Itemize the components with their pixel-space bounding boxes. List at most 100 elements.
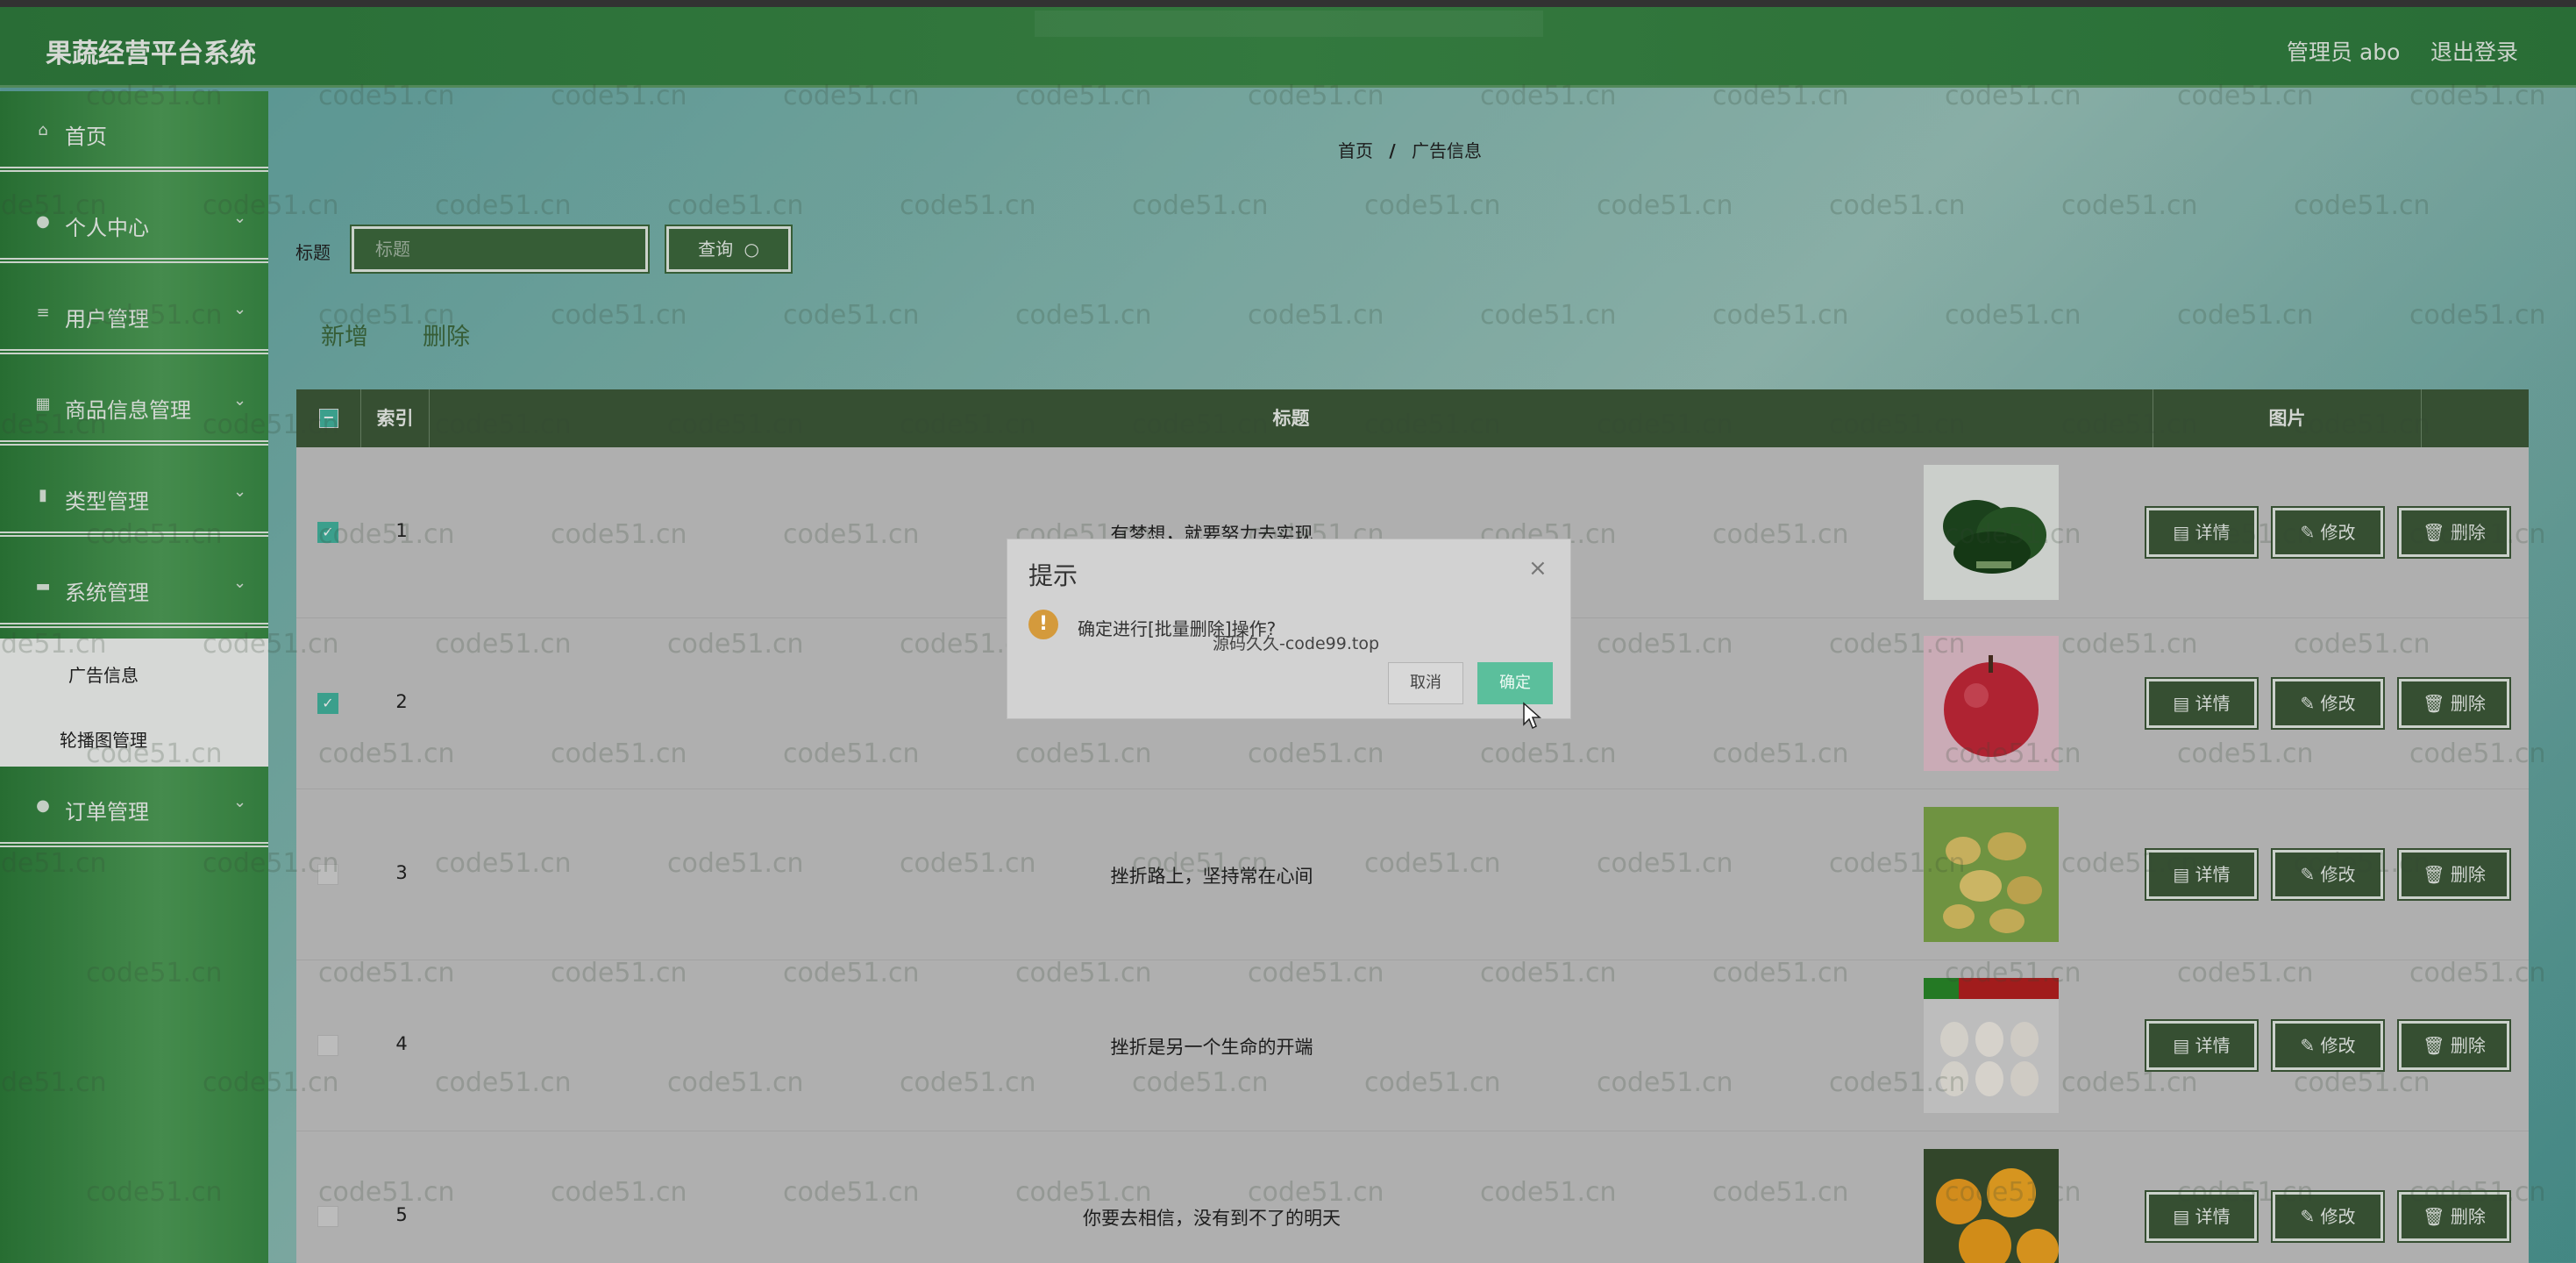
user-label: 管理员 abo: [2287, 39, 2401, 65]
edit-button[interactable]: ✎ 修改: [2271, 506, 2385, 559]
dialog-title: 提示: [1028, 561, 1078, 590]
row-title: 挫折路上，坚持常在心间: [1110, 866, 1313, 887]
edit-button[interactable]: ✎ 修改: [2271, 1190, 2385, 1243]
add-button[interactable]: 新增: [321, 318, 368, 352]
document-icon: ▤: [2173, 1035, 2190, 1056]
trash-icon: 🗑: [2423, 1206, 2445, 1227]
system-submenu: 广告信息 轮播图管理: [0, 639, 268, 767]
chevron-down-icon: ⌄: [233, 793, 247, 811]
delete-button[interactable]: 🗑 删除: [2397, 677, 2511, 730]
watermark-text: code51.cn: [1364, 190, 1501, 221]
document-icon: ▤: [2173, 1206, 2190, 1227]
row-image: [1924, 636, 2059, 771]
table-row: 3 挫折路上，坚持常在心间 ▤ 详情 ✎ 修改 🗑 删除: [296, 789, 2529, 960]
edit-button[interactable]: ✎ 修改: [2271, 848, 2385, 901]
sidebar-item-label: 商品信息管理: [65, 398, 191, 423]
pencil-icon: ✎: [2300, 522, 2316, 543]
delete-button[interactable]: 🗑 删除: [2397, 1019, 2511, 1072]
cancel-button[interactable]: 取消: [1388, 662, 1463, 704]
chevron-down-icon: ⌄: [233, 482, 247, 501]
row-image: [1924, 1149, 2059, 1263]
sidebar-item-system-management[interactable]: ▬ 系统管理 ⌄: [0, 547, 268, 628]
app-title: 果蔬经营平台系统: [46, 39, 256, 69]
header-index: 索引: [361, 389, 430, 447]
delete-button[interactable]: 🗑 删除: [2397, 506, 2511, 559]
row-checkbox[interactable]: [317, 864, 338, 885]
sidebar-item-product-management[interactable]: ▦ 商品信息管理 ⌄: [0, 365, 268, 446]
table-row: 4 挫折是另一个生命的开端 ▤ 详情 ✎ 修改 🗑 删除: [296, 960, 2529, 1131]
header-select-cell: −: [296, 389, 361, 447]
detail-button[interactable]: ▤ 详情: [2145, 677, 2259, 730]
chevron-down-icon: ⌄: [233, 209, 247, 227]
trash-icon: 🗑: [2423, 864, 2445, 885]
sidebar-item-home[interactable]: ⌂ 首页: [0, 91, 268, 172]
select-all-checkbox[interactable]: −: [319, 409, 338, 428]
breadcrumb-home[interactable]: 首页: [1338, 140, 1373, 161]
warning-icon: !: [1028, 610, 1058, 639]
delete-button[interactable]: 🗑 删除: [2397, 848, 2511, 901]
watermark-text: code51.cn: [2294, 190, 2430, 221]
watermark-text: code51.cn: [2177, 300, 2314, 331]
batch-delete-button[interactable]: 删除: [423, 318, 470, 352]
watermark-text: code51.cn: [551, 300, 687, 331]
row-checkbox[interactable]: [317, 1206, 338, 1227]
submenu-item-carousel[interactable]: 轮播图管理: [60, 726, 147, 752]
query-button-label: 查询: [698, 239, 734, 260]
pencil-icon: ✎: [2300, 693, 2316, 714]
detail-button[interactable]: ▤ 详情: [2145, 848, 2259, 901]
row-checkbox[interactable]: [317, 1035, 338, 1056]
query-button[interactable]: 查询 ○: [665, 225, 793, 274]
watermark-text: code51.cn: [435, 190, 572, 221]
sidebar-item-user-management[interactable]: ≡ 用户管理 ⌄: [0, 274, 268, 354]
search-label: 标题: [295, 242, 331, 263]
sidebar-item-label: 用户管理: [65, 307, 149, 332]
location-pin-icon: ●: [36, 796, 50, 815]
submenu-item-ads[interactable]: 广告信息: [68, 661, 139, 687]
detail-button[interactable]: ▤ 详情: [2145, 506, 2259, 559]
pencil-icon: ✎: [2300, 1035, 2316, 1056]
data-table: − 索引 标题 图片 操作 ✓1有梦想，就要努力去实现▤ 详情✎ 修改🗑 删除✓…: [296, 389, 2529, 1263]
row-title: 你要去相信，没有到不了的明天: [1083, 1208, 1341, 1229]
top-header: 果蔬经营平台系统 管理员 abo 退出登录: [0, 7, 2576, 88]
logout-link[interactable]: 退出登录: [2430, 35, 2518, 67]
header-decoration: [1035, 11, 1543, 37]
table-header: − 索引 标题 图片 操作: [296, 389, 2529, 447]
sidebar-item-personal-center[interactable]: ● 个人中心 ⌄: [0, 182, 268, 263]
detail-button[interactable]: ▤ 详情: [2145, 1190, 2259, 1243]
watermark-text: code51.cn: [1597, 190, 1733, 221]
watermark-text: code51.cn: [1132, 190, 1269, 221]
trash-icon: 🗑: [2423, 693, 2445, 714]
close-icon[interactable]: ×: [1528, 555, 1548, 582]
ok-button[interactable]: 确定: [1477, 662, 1553, 704]
header-image: 图片: [2153, 389, 2422, 447]
watermark-text: code51.cn: [667, 190, 804, 221]
document-icon: ▤: [2173, 864, 2190, 885]
delete-button[interactable]: 🗑 删除: [2397, 1190, 2511, 1243]
watermark-text: code51.cn: [1480, 300, 1617, 331]
row-title: 挫折是另一个生命的开端: [1110, 1037, 1313, 1058]
row-checkbox[interactable]: ✓: [317, 693, 338, 714]
detail-button[interactable]: ▤ 详情: [2145, 1019, 2259, 1072]
watermark-text: code51.cn: [900, 190, 1036, 221]
row-image: [1924, 807, 2059, 942]
breadcrumb-separator: /: [1389, 140, 1396, 161]
sidebar-item-type-management[interactable]: ▮ 类型管理 ⌄: [0, 456, 268, 537]
edit-button[interactable]: ✎ 修改: [2271, 677, 2385, 730]
edit-button[interactable]: ✎ 修改: [2271, 1019, 2385, 1072]
document-icon: ▤: [2173, 693, 2190, 714]
search-icon: ○: [744, 239, 759, 260]
row-checkbox[interactable]: ✓: [317, 522, 338, 543]
document-icon: ▤: [2173, 522, 2190, 543]
search-input[interactable]: [350, 225, 650, 274]
watermark-text: code51.cn: [1829, 190, 1966, 221]
watermark-text: code51.cn: [783, 300, 920, 331]
sidebar-item-order-management[interactable]: ● 订单管理 ⌄: [0, 767, 268, 847]
breadcrumb-current: 广告信息: [1412, 140, 1483, 161]
trash-icon: 🗑: [2423, 522, 2445, 543]
sidebar-item-label: 类型管理: [65, 489, 149, 514]
chevron-down-icon: ⌄: [233, 300, 247, 318]
chevron-down-icon: ⌄: [233, 391, 247, 410]
row-image: [1924, 465, 2059, 600]
user-icon: ●: [36, 212, 50, 231]
sidebar-item-label: 个人中心: [65, 216, 149, 240]
